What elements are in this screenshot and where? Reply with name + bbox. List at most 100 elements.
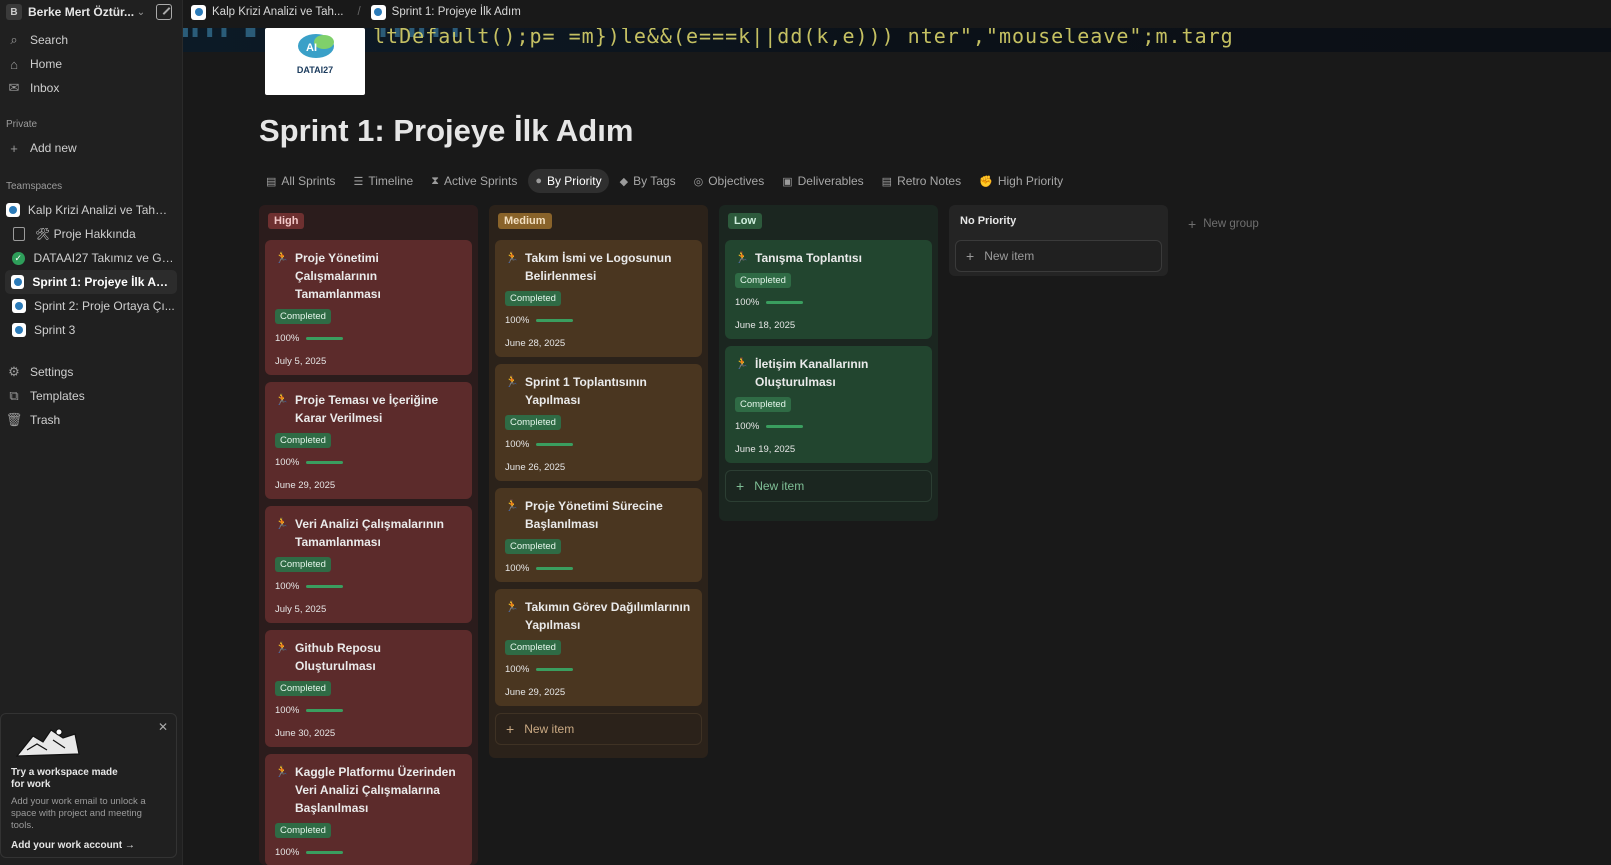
trash-icon: 🗑 — [5, 412, 23, 427]
card-title: Proje Yönetimi Sürecine Başlanılması — [525, 499, 663, 531]
tab-by-priority[interactable]: ● By Priority — [528, 169, 609, 193]
board-card[interactable]: 🏃 Tanışma Toplantısı Completed 100% June … — [725, 240, 932, 339]
group-label-medium[interactable]: Medium — [498, 213, 552, 229]
tab-label: Deliverables — [797, 174, 864, 188]
new-item-label: New item — [984, 249, 1035, 263]
tab-objectives[interactable]: ◎ Objectives — [687, 169, 772, 193]
nav-trash[interactable]: 🗑 Trash — [0, 408, 182, 432]
tab-label: By Priority — [546, 174, 602, 188]
board-card[interactable]: 🏃 Proje Teması ve İçeriğine Karar Verilme… — [265, 382, 472, 499]
plus-icon: + — [1188, 216, 1197, 232]
teamspace-root[interactable]: Kalp Krizi Analizi ve Tahmini — [0, 198, 182, 222]
page-logo-icon — [370, 4, 386, 20]
new-item-label: New item — [524, 722, 575, 736]
running-icon: 🏃 — [505, 500, 519, 512]
new-page-icon[interactable] — [156, 4, 172, 20]
nav-home[interactable]: ⌂ Home — [0, 52, 182, 76]
add-new-button[interactable]: + Add new — [0, 136, 182, 160]
workspace-name: Berke Mert Öztür... — [28, 5, 134, 19]
board-card[interactable]: 🏃 Veri Analizi Çalışmalarının Tamamlanmas… — [265, 506, 472, 623]
gear-icon: ⚙ — [8, 364, 20, 379]
search-icon: ⌕ — [10, 32, 18, 47]
sidebar-item-proje-hakkinda[interactable]: 🛠 Proje Hakkında — [0, 222, 182, 246]
board-card[interactable]: 🏃 Takımın Görev Dağılımlarının Yapılması … — [495, 589, 702, 706]
home-icon: ⌂ — [10, 56, 18, 72]
card-title: Github Reposu Oluşturulması — [295, 641, 381, 673]
board-card[interactable]: 🏃 İletişim Kanallarının Oluşturulması Com… — [725, 346, 932, 463]
breadcrumb-current[interactable]: Sprint 1: Projeye İlk Adım — [370, 4, 521, 20]
tab-label: Active Sprints — [443, 174, 518, 188]
running-icon: 🏃 — [735, 358, 749, 370]
progress-value: 100% — [275, 705, 300, 716]
nav-templates[interactable]: ⧉ Templates — [0, 384, 182, 408]
progress-value: 100% — [275, 847, 300, 858]
status-badge: Completed — [275, 433, 331, 448]
tab-deliverables[interactable]: ▣ Deliverables — [775, 169, 870, 193]
workspace-avatar: B — [6, 4, 22, 20]
card-date: June 29, 2025 — [275, 480, 336, 491]
sidebar-item-sprint-1[interactable]: Sprint 1: Projeye İlk Adım — [5, 270, 177, 294]
teamspaces-section-label: Teamspaces — [6, 180, 63, 192]
promo-title: Try a workspace made for work — [11, 767, 118, 790]
page-cover[interactable]: ▌▌▐ ▌ ▐▌ ▌▐ ▌ ▐▐▌ ▌ ▐ ▌▐▐ ▌ ▌ ltDefault(… — [183, 28, 1611, 52]
tab-retro-notes[interactable]: ▤ Retro Notes — [875, 169, 968, 193]
card-date: June 26, 2025 — [505, 462, 566, 473]
tab-active-sprints[interactable]: ⧗ Active Sprints — [424, 169, 524, 193]
breadcrumb-parent[interactable]: Kalp Krizi Analizi ve Tah... — [191, 4, 344, 20]
plus-icon: + — [736, 478, 745, 494]
progress-bar — [536, 443, 574, 446]
add-work-account-link[interactable]: Add your work account → — [11, 840, 166, 851]
tab-all-sprints[interactable]: ▤ All Sprints — [259, 169, 342, 193]
card-title: Takım İsmi ve Logosunun Belirlenmesi — [525, 251, 672, 283]
nav-inbox[interactable]: ✉ Inbox — [0, 76, 182, 100]
progress-bar — [536, 567, 574, 570]
board-card[interactable]: 🏃 Takım İsmi ve Logosunun Belirlenmesi Co… — [495, 240, 702, 357]
board-card[interactable]: 🏃 Proje Yönetimi Sürecine Başlanılması Co… — [495, 488, 702, 582]
workspace-switcher[interactable]: B Berke Mert Öztür... ⌄ — [0, 0, 182, 24]
page-title[interactable]: Sprint 1: Projeye İlk Adım — [259, 113, 633, 149]
fist-icon: ✊ — [979, 175, 993, 188]
new-group-button[interactable]: + New group — [1188, 216, 1259, 232]
new-item-button[interactable]: + New item — [725, 470, 932, 502]
page-logo-icon — [12, 299, 26, 313]
sidebar-item-label: Sprint 1: Projeye İlk Adım — [32, 275, 171, 289]
progress-bar — [306, 461, 344, 464]
page-logo-icon — [12, 323, 26, 337]
board-card[interactable]: 🏃 Github Reposu Oluşturulması Completed 1… — [265, 630, 472, 747]
sidebar-item-sprint-3[interactable]: Sprint 3 — [0, 318, 182, 342]
running-icon: 🏃 — [275, 518, 289, 530]
board-card[interactable]: 🏃 Sprint 1 Toplantısının Yapılması Comple… — [495, 364, 702, 481]
group-label-low[interactable]: Low — [728, 213, 762, 229]
pin-icon: ● — [535, 175, 542, 187]
card-title: İletişim Kanallarının Oluşturulması — [755, 357, 869, 389]
notes-icon: ▤ — [881, 175, 893, 188]
sidebar-item-sprint-2[interactable]: Sprint 2: Proje Ortaya Çı... — [0, 294, 182, 318]
status-badge: Completed — [505, 291, 561, 306]
nav-settings[interactable]: ⚙ Settings — [0, 360, 182, 384]
tab-label: By Tags — [633, 174, 676, 188]
nav-search[interactable]: ⌕ Search — [0, 28, 182, 52]
nav-search-label: Search — [30, 33, 69, 47]
page-logo[interactable]: AI DATAI27 — [265, 28, 365, 95]
chevron-down-icon[interactable]: ⌄ — [134, 7, 148, 18]
board-card[interactable]: 🏃 Proje Yönetimi Çalışmalarının Tamamlanm… — [265, 240, 472, 375]
new-item-button[interactable]: + New item — [955, 240, 1162, 272]
tab-label: Objectives — [708, 174, 765, 188]
plus-icon: + — [966, 248, 975, 264]
sidebar-item-dataai27[interactable]: ✓ DATAAI27 Takımız ve Gör... — [0, 246, 182, 270]
tab-label: High Priority — [997, 174, 1064, 188]
tab-timeline[interactable]: ☰ Timeline — [346, 169, 420, 193]
breadcrumb-parent-label: Kalp Krizi Analizi ve Tah... — [212, 6, 344, 18]
tab-high-priority[interactable]: ✊ High Priority — [972, 169, 1070, 193]
close-icon[interactable]: ✕ — [158, 720, 168, 734]
card-title: Veri Analizi Çalışmalarının Tamamlanması — [295, 517, 444, 549]
tab-by-tags[interactable]: ◆ By Tags — [613, 169, 683, 193]
board-card[interactable]: 🏃 Kaggle Platformu Üzerinden Veri Analizi… — [265, 754, 472, 865]
new-item-button[interactable]: + New item — [495, 713, 702, 745]
breadcrumb-current-label: Sprint 1: Projeye İlk Adım — [391, 6, 521, 18]
group-label-no-priority[interactable]: No Priority — [958, 213, 1022, 229]
group-label-high[interactable]: High — [268, 213, 305, 229]
status-badge: Completed — [505, 539, 561, 554]
private-section-label: Private — [6, 118, 38, 130]
running-icon: 🏃 — [275, 252, 289, 264]
